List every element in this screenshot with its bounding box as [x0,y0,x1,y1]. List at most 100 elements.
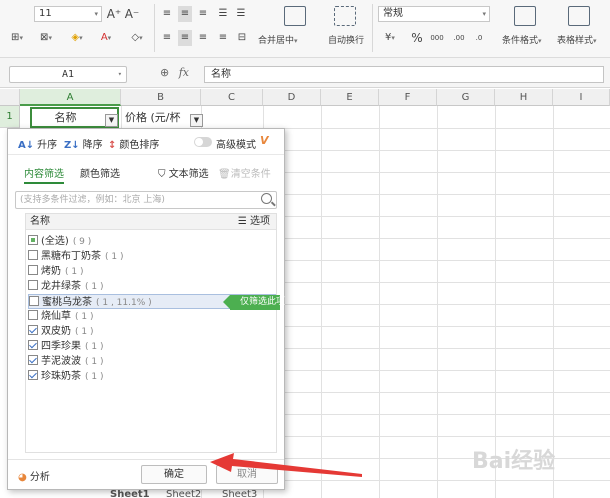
column-header-d[interactable]: D [263,89,321,106]
list-item-count: ( 1 ) [75,327,94,337]
number-format-value: 常规 [383,8,403,19]
align-top-icon[interactable]: ≡ [160,6,174,22]
list-item-label: (全选) [41,236,69,247]
filter-dropdown-b1[interactable]: ▼ [190,114,203,127]
align-middle-icon[interactable]: ≡ [178,6,192,22]
grid-line [379,106,380,498]
name-box[interactable]: A1 ▾ [9,66,127,83]
list-item[interactable]: 龙井绿茶 ( 1 ) [28,279,276,294]
shrink-font-button[interactable]: A⁻ [124,6,140,22]
checkbox[interactable] [28,250,38,260]
cancel-button[interactable]: 取消 [216,465,278,484]
indent-increase-icon[interactable]: ☰ [234,6,248,22]
percent-button[interactable]: % [410,30,424,46]
advanced-mode-toggle[interactable] [194,137,212,147]
checkbox[interactable] [28,280,38,290]
row-header-1[interactable]: 1 [0,106,20,128]
sort-color-button[interactable]: ↕ 颜色排序 [108,136,159,151]
list-item[interactable]: 烤奶 ( 1 ) [28,264,276,279]
align-center-icon[interactable]: ≡ [178,30,192,46]
wrap-text-icon[interactable] [334,6,356,26]
text-filter-button[interactable]: ⛉ 文本筛选 [158,165,209,180]
column-header-f[interactable]: F [379,89,437,106]
select-all-corner[interactable] [0,89,20,106]
list-item-count: ( 1 ) [85,282,104,292]
align-left-icon[interactable]: ≡ [160,30,174,46]
font-color-button[interactable]: A▾ [94,30,118,46]
indent-decrease-icon[interactable]: ☰ [216,6,230,22]
fill-color-button[interactable]: ◈▾ [64,30,90,46]
column-header-c[interactable]: C [201,89,263,106]
checkbox-checked[interactable] [28,325,38,335]
checkbox[interactable] [29,296,39,306]
align-right-icon[interactable]: ≡ [196,30,210,46]
fill-pattern-button[interactable]: ⊠▾ [34,30,58,46]
column-header-e[interactable]: E [321,89,379,106]
list-item[interactable]: 烧仙草 ( 1 ) [28,309,276,324]
merge-center-button[interactable]: 合并居中▾ [258,33,298,46]
number-format-select[interactable]: 常规 ▾ [378,6,490,22]
sheet-tab-3[interactable]: Sheet3 [222,489,257,498]
list-item[interactable]: 芋泥波波 ( 1 ) [28,354,276,369]
border-button[interactable]: ⊞▾ [2,30,32,46]
list-item-label: 蜜桃乌龙茶 [42,297,92,308]
list-item-select-all[interactable]: (全选)( 9 ) [28,234,276,249]
checkbox[interactable] [28,265,38,275]
ribbon-toolbar: 11 ▾ A⁺ A⁻ ⊞▾ ⊠▾ ◈▾ A▾ ◇▾ ≡ ≡ ≡ ☰ ☰ ≡ ≡ ≡… [0,0,610,58]
checkbox[interactable] [28,310,38,320]
column-header-i[interactable]: I [553,89,610,106]
checkbox-checked[interactable] [28,355,38,365]
list-item-highlighted[interactable]: 蜜桃乌龙茶 ( 1 , 11.1% ) 仅筛选此项 [28,294,285,310]
checkbox-checked[interactable] [28,370,38,380]
filter-search-input[interactable]: (支持多条件过滤，例如：北京 上海) [15,191,277,209]
fx-icon[interactable]: fx [179,66,189,79]
wrap-text-button[interactable]: 自动换行 [328,33,364,46]
analysis-button[interactable]: ◕ 分析 [18,468,50,483]
list-item[interactable]: 珍珠奶茶 ( 1 ) [28,369,276,384]
formula-input[interactable]: 名称 [204,66,604,83]
merge-center-icon[interactable] [284,6,306,26]
clear-format-button[interactable]: ◇▾ [124,30,150,46]
grow-font-button[interactable]: A⁺ [106,6,122,22]
search-icon[interactable] [261,193,272,204]
decrease-decimal-button[interactable]: .0 [470,30,488,46]
distribute-icon[interactable]: ⊟ [234,30,250,46]
sort-asc-button[interactable]: A↓ 升序 [18,136,57,151]
font-size-select[interactable]: 11 ▾ [34,6,102,22]
tab-color-filter[interactable]: 颜色筛选 [80,165,120,180]
column-header-g[interactable]: G [437,89,495,106]
conditional-format-button[interactable]: 条件格式▾ [502,33,542,46]
table-style-icon[interactable] [568,6,590,26]
table-style-button[interactable]: 表格样式▾ [557,33,597,46]
conditional-format-icon[interactable] [514,6,536,26]
filter-dropdown-a1[interactable]: ▼ [105,114,118,127]
list-item[interactable]: 四季珍果 ( 1 ) [28,339,276,354]
justify-icon[interactable]: ≡ [216,30,230,46]
filter-value-list: 名称 ☰ 选项 (全选)( 9 ) 黑糖布丁奶茶 ( 1 ) 烤奶 ( 1 ) 龙井… [25,213,285,453]
checkbox-checked[interactable] [28,340,38,350]
increase-decimal-button[interactable]: .00 [450,30,468,46]
trash-icon: 🗑 [218,169,231,180]
currency-button[interactable]: ¥▾ [380,30,400,46]
options-icon: ☰ [237,216,247,227]
zoom-icon[interactable]: ⊕ [160,66,169,79]
ok-button[interactable]: 确定 [141,465,207,484]
column-header-h[interactable]: H [495,89,553,106]
clear-filter-button[interactable]: 🗑清空条件 [218,165,271,180]
options-button[interactable]: ☰ 选项 [238,214,270,230]
sheet-tab-1[interactable]: Sheet1 [110,489,150,498]
tab-content-filter[interactable]: 内容筛选 [24,165,64,184]
list-item[interactable]: 双皮奶 ( 1 ) [28,324,276,339]
align-bottom-icon[interactable]: ≡ [196,6,210,22]
list-item[interactable]: 黑糖布丁奶茶 ( 1 ) [28,249,276,264]
column-header-b[interactable]: B [121,89,201,106]
checkbox-partial[interactable] [28,235,38,245]
column-header-a[interactable]: A [20,89,121,106]
options-label: 选项 [250,216,270,227]
thousands-button[interactable]: 000 [428,30,446,46]
only-filter-this-button[interactable]: 仅筛选此项 [223,295,285,310]
sheet-tab-2[interactable]: Sheet2 [166,489,201,498]
list-item-label: 龙井绿茶 [41,281,81,292]
sort-desc-button[interactable]: Z↓ 降序 [64,136,103,151]
list-item-count: ( 1 ) [85,357,104,367]
